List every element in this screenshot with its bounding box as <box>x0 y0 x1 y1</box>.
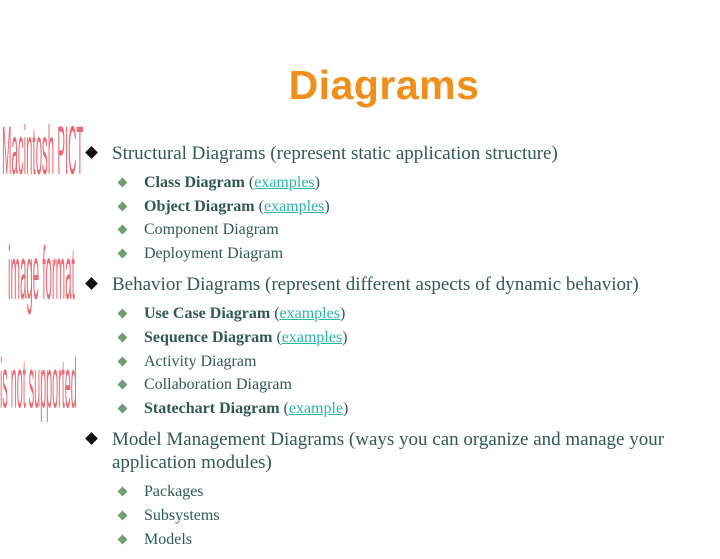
diamond-bullet-icon <box>117 379 128 390</box>
model-management-items: Packages Subsystems Models <box>84 480 704 551</box>
list-item: Component Diagram <box>116 218 704 242</box>
diamond-bullet-icon <box>117 177 128 188</box>
section-label: Model Management Diagrams (ways you can … <box>112 429 665 474</box>
section-behavior: Behavior Diagrams (represent different a… <box>84 273 704 296</box>
paren: ) <box>343 399 349 417</box>
list-item: Sequence Diagram (examples) <box>116 326 704 350</box>
item-name: Statechart Diagram <box>144 399 280 417</box>
examples-link[interactable]: examples <box>264 198 324 215</box>
list-item: Deployment Diagram <box>116 242 704 266</box>
diamond-bullet-icon <box>117 248 128 259</box>
section-label: Structural Diagrams (represent static ap… <box>112 143 558 164</box>
item-name: Object Diagram <box>144 197 255 215</box>
placeholder-line: Macintosh PICT <box>2 111 84 190</box>
paren: ( <box>272 328 282 346</box>
diamond-bullet-icon <box>85 146 98 159</box>
section-model-management: Model Management Diagrams (ways you can … <box>84 428 704 474</box>
item-name: Models <box>144 530 192 548</box>
diamond-bullet-icon <box>117 332 128 343</box>
item-name: Class Diagram <box>144 174 245 191</box>
examples-link[interactable]: examples <box>282 329 342 346</box>
list-item: Collaboration Diagram <box>116 373 704 397</box>
paren: ( <box>279 399 289 417</box>
diamond-bullet-icon <box>117 486 128 497</box>
diamond-bullet-icon <box>117 403 128 414</box>
paren: ( <box>254 197 264 215</box>
list-item: Object Diagram (examples) <box>116 195 704 219</box>
diamond-bullet-icon <box>117 224 128 235</box>
structural-items: Class Diagram (examples) Object Diagram … <box>84 171 704 265</box>
diamond-bullet-icon <box>117 201 128 212</box>
list-item: Packages <box>116 480 704 504</box>
item-name: Collaboration Diagram <box>144 376 292 394</box>
paren: ( <box>244 174 255 191</box>
list-item: Models <box>116 528 704 552</box>
paren: ( <box>270 305 280 323</box>
diamond-bullet-icon <box>117 534 128 544</box>
paren: ) <box>339 305 346 323</box>
list-item: Class Diagram (examples) <box>116 171 704 195</box>
examples-link[interactable]: examples <box>280 305 340 322</box>
behavior-items: Use Case Diagram (examples) Sequence Dia… <box>84 302 704 420</box>
item-name: Packages <box>144 483 204 501</box>
paren: ) <box>324 197 330 215</box>
list-item: Activity Diagram <box>116 350 704 374</box>
section-structural: Structural Diagrams (represent static ap… <box>84 142 704 165</box>
item-name: Component Diagram <box>144 221 279 239</box>
placeholder-line: image format <box>8 231 75 317</box>
unsupported-image-placeholder: Macintosh PICT image format is not suppo… <box>0 111 84 448</box>
examples-link[interactable]: examples <box>254 174 314 191</box>
paren: ) <box>314 174 320 191</box>
diamond-bullet-icon <box>117 356 128 367</box>
paren: ) <box>342 328 348 346</box>
diamond-bullet-icon <box>117 510 128 521</box>
item-name: Deployment Diagram <box>144 244 284 262</box>
section-label: Behavior Diagrams (represent different a… <box>112 274 639 296</box>
diamond-bullet-icon <box>85 277 98 291</box>
list-item: Subsystems <box>116 504 704 528</box>
item-name: Use Case Diagram <box>144 305 271 323</box>
item-name: Subsystems <box>144 506 220 524</box>
item-name: Sequence Diagram <box>144 328 273 346</box>
list-item: Statechart Diagram (example) <box>116 397 704 421</box>
item-name: Activity Diagram <box>144 352 257 370</box>
diamond-bullet-icon <box>117 308 128 319</box>
bullet-list: Structural Diagrams (represent static ap… <box>84 142 704 559</box>
list-item: Use Case Diagram (examples) <box>116 302 704 326</box>
diamond-bullet-icon <box>85 432 98 446</box>
placeholder-line: is not supported <box>0 343 77 424</box>
example-link[interactable]: example <box>289 400 343 417</box>
slide-title: Diagrams <box>288 62 480 108</box>
